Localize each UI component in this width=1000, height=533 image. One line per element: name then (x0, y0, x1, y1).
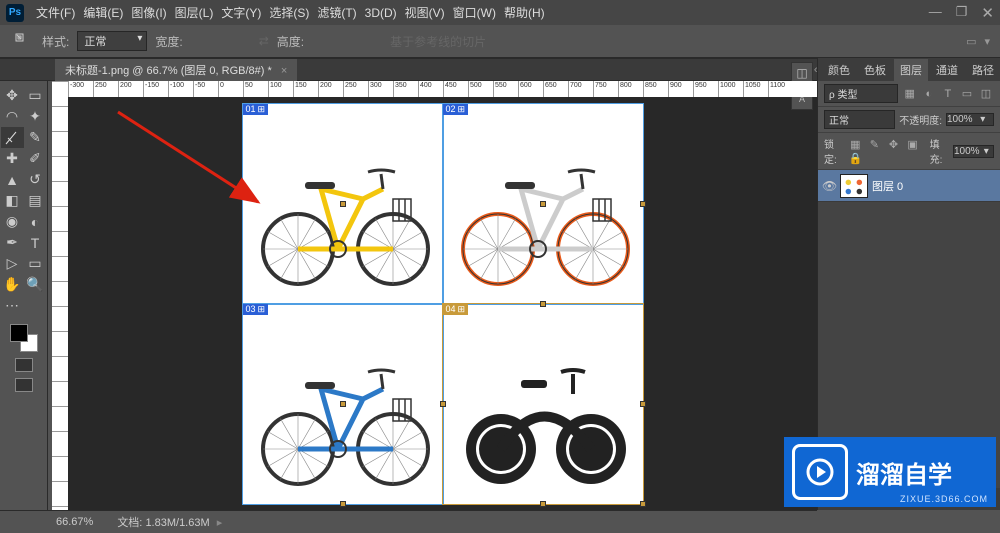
document-tab[interactable]: 未标题-1.png @ 66.7% (图层 0, RGB/8#) * × (55, 59, 297, 81)
watermark-title: 溜溜自学 (856, 455, 952, 490)
shape-tool[interactable]: ▭ (24, 253, 47, 274)
menu-3d[interactable]: 3D(D) (361, 6, 401, 20)
move-tool[interactable]: ✥ (1, 85, 24, 106)
filter-adjust-icon[interactable]: ◐ (921, 87, 937, 101)
path-select-tool[interactable]: ▷ (1, 253, 24, 274)
style-label: 样式: (42, 33, 69, 50)
horizontal-ruler: -300250200-150-100-500501001502002503003… (68, 81, 817, 97)
search-icon[interactable]: ▾ (984, 35, 990, 48)
menu-help[interactable]: 帮助(H) (500, 4, 549, 21)
filter-pixel-icon[interactable]: ▦ (902, 86, 918, 100)
toolbox: ✥ ▭ ◠ ✦ ✎ ✚ ✐ ▲ ↺ ◧ ▤ ◉ ◐ ✒ T ▷ ▭ ✋ 🔍 ⋯ (0, 81, 48, 510)
history-brush-tool[interactable]: ↺ (24, 169, 47, 190)
close-window-button[interactable]: ✕ (981, 4, 994, 22)
status-doc[interactable]: 文档: 1.83M/1.63M ▸ (117, 514, 222, 530)
menu-layer[interactable]: 图层(L) (171, 4, 218, 21)
visibility-toggle-icon[interactable]: 👁 (822, 179, 836, 193)
watermark-badge: 溜溜自学 ZIXUE.3D66.COM (784, 437, 996, 507)
color-swatches[interactable] (10, 324, 38, 352)
edit-toolbar-button[interactable]: ⋯ (1, 295, 24, 316)
app-logo: Ps (6, 4, 24, 22)
hand-tool[interactable]: ✋ (1, 274, 24, 295)
play-icon (792, 444, 848, 500)
fill-input[interactable]: 100%▾ (953, 145, 994, 158)
height-label: 高度: (277, 33, 304, 50)
document-canvas: 01⊞ 02⊞ (243, 104, 643, 504)
eyedropper-tool[interactable]: ✎ (24, 127, 47, 148)
blur-tool[interactable]: ◉ (1, 211, 24, 232)
slice-tool[interactable] (1, 127, 24, 148)
lasso-tool[interactable]: ◠ (1, 106, 24, 127)
brush-tool[interactable]: ✐ (24, 148, 47, 169)
menu-view[interactable]: 视图(V) (401, 4, 449, 21)
vertical-ruler (48, 81, 68, 510)
menu-select[interactable]: 选择(S) (265, 4, 313, 21)
workspace-menu-icon[interactable]: ▭ (966, 35, 976, 48)
layer-thumbnail[interactable] (840, 174, 868, 198)
tool-preset-icon[interactable] (12, 30, 34, 52)
zoom-tool[interactable]: 🔍 (24, 274, 47, 295)
slice-04[interactable]: 04⊞ (443, 304, 643, 504)
restore-window-button[interactable]: ❐ (956, 4, 968, 22)
fill-label: 填充: (930, 136, 949, 166)
blend-mode-select[interactable]: 正常 (824, 110, 895, 129)
min-window-button[interactable]: — (929, 4, 942, 22)
layer-filter-select[interactable]: ρ 类型 (824, 84, 898, 103)
filter-shape-icon[interactable]: ▭ (959, 86, 975, 100)
lock-artboard-icon[interactable]: ▣ (905, 137, 921, 151)
filter-type-icon[interactable]: T (940, 87, 956, 101)
height-input[interactable] (312, 35, 372, 47)
tab-color[interactable]: 颜色 (822, 59, 856, 81)
eraser-tool[interactable]: ◧ (1, 190, 24, 211)
close-tab-icon[interactable]: × (281, 65, 287, 77)
menu-file[interactable]: 文件(F) (32, 4, 79, 21)
width-label: 宽度: (155, 33, 182, 50)
watermark-url: ZIXUE.3D66.COM (900, 494, 988, 504)
quick-mask-icon[interactable] (15, 358, 33, 372)
lock-label: 锁定: (824, 136, 843, 166)
lock-all-icon[interactable]: 🔒 (847, 151, 863, 165)
dodge-tool[interactable]: ◐ (24, 211, 47, 232)
tab-channels[interactable]: 通道 (930, 59, 964, 81)
filter-smart-icon[interactable]: ◫ (978, 86, 994, 100)
zoom-display[interactable]: 66.67% (56, 516, 93, 528)
lock-move-icon[interactable]: ✥ (885, 137, 901, 151)
options-bar: 样式: 正常 宽度: ⇄ 高度: 基于参考线的切片 ▭ ▾ (0, 25, 1000, 58)
menu-window[interactable]: 窗口(W) (449, 4, 500, 21)
style-select[interactable]: 正常 (77, 31, 147, 51)
layer-name[interactable]: 图层 0 (872, 178, 903, 194)
type-tool[interactable]: T (24, 232, 47, 253)
pen-tool[interactable]: ✒ (1, 232, 24, 253)
guide-slice-label: 基于参考线的切片 (390, 33, 486, 50)
menu-filter[interactable]: 滤镜(T) (313, 4, 360, 21)
lock-trans-icon[interactable]: ▦ (847, 137, 863, 151)
tab-swatch[interactable]: 色板 (858, 59, 892, 81)
wand-tool[interactable]: ✦ (24, 106, 47, 127)
menu-type[interactable]: 文字(Y) (217, 4, 265, 21)
opacity-label: 不透明度: (899, 112, 942, 127)
stamp-tool[interactable]: ▲ (1, 169, 24, 190)
screen-mode-icon[interactable] (15, 378, 33, 392)
canvas[interactable]: 01⊞ 02⊞ (68, 97, 817, 510)
tab-paths[interactable]: 路径 (966, 59, 1000, 81)
opacity-input[interactable]: 100%▾ (946, 113, 994, 126)
menu-edit[interactable]: 编辑(E) (79, 4, 127, 21)
layer-row[interactable]: 👁 图层 0 (818, 170, 1000, 202)
menu-image[interactable]: 图像(I) (127, 4, 170, 21)
lock-paint-icon[interactable]: ✎ (866, 137, 882, 151)
marquee-tool[interactable]: ▭ (24, 85, 47, 106)
gradient-tool[interactable]: ▤ (24, 190, 47, 211)
healing-tool[interactable]: ✚ (1, 148, 24, 169)
swap-icon: ⇄ (259, 34, 269, 48)
width-input[interactable] (191, 35, 251, 47)
tab-layers[interactable]: 图层 (894, 59, 928, 81)
